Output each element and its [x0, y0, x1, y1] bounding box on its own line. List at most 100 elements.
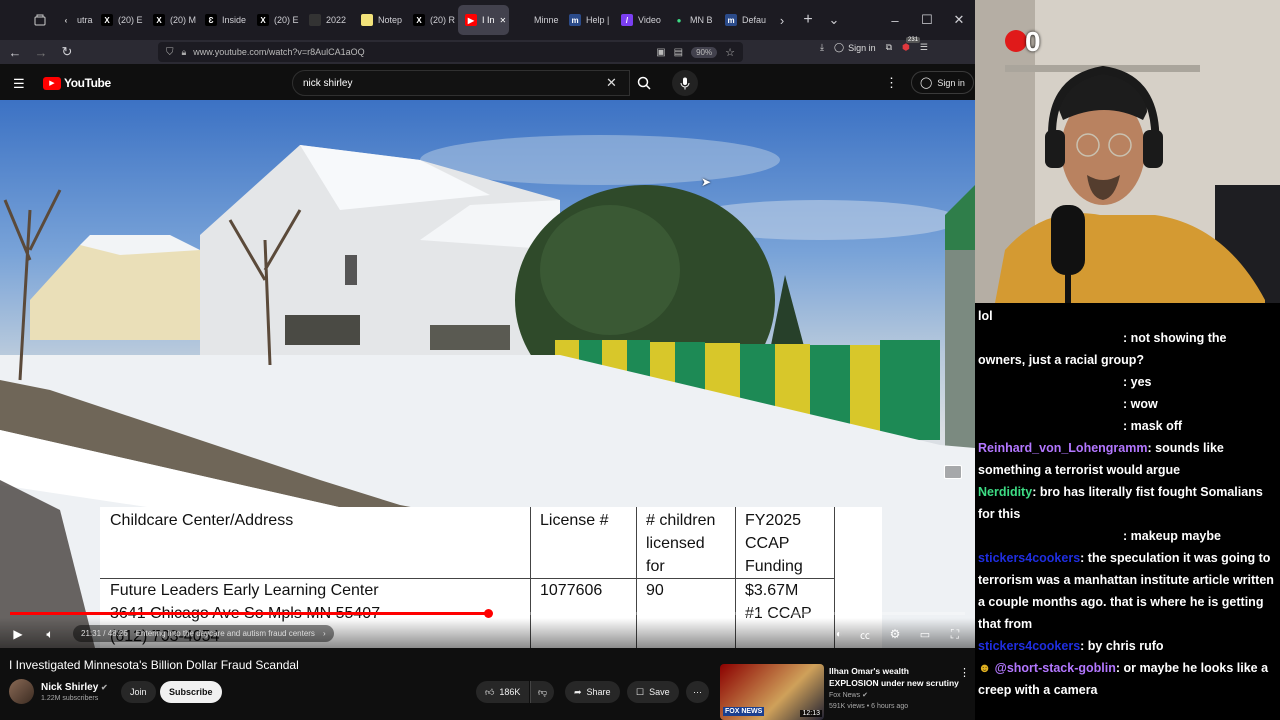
tab-scroll-right-icon[interactable]: › [769, 7, 795, 33]
extensions-icon[interactable]: ⧉ [886, 42, 892, 53]
table-header-license: License # [540, 512, 609, 529]
settings-gear-icon[interactable]: ⚙ [886, 624, 904, 644]
tab-overview-icon[interactable] [27, 7, 53, 33]
fox-news-thumb-logo: FOX NEWS [723, 707, 765, 716]
like-button[interactable]: 👍︎ 186K [476, 681, 530, 703]
chat-text: : by chris rufo [1080, 639, 1164, 653]
hamburger-menu-icon[interactable]: ☰ [13, 76, 25, 92]
chapter-title[interactable]: Entering into the daycare and autism fra… [136, 629, 315, 638]
document-icon [309, 14, 321, 26]
new-tab-icon[interactable]: + [795, 7, 821, 33]
browser-signin[interactable]: ◯ Sign in [834, 42, 876, 53]
reload-icon[interactable]: ↻ [54, 39, 80, 65]
url-text[interactable]: www.youtube.com/watch?v=r8AulCA1aOQ [193, 47, 364, 57]
table-header-funding: FY2025 CCAP Funding [745, 512, 803, 575]
maximize-icon[interactable]: ☐ [911, 7, 943, 33]
more-actions-button[interactable]: ⋯ [686, 681, 709, 703]
streamer-webcam: 0 [975, 0, 1280, 303]
browser-tab[interactable]: Ɛ Inside [198, 5, 249, 35]
browser-tab[interactable]: / Video [614, 5, 665, 35]
chat-username[interactable]: @short-stack-goblin [995, 661, 1116, 675]
stream-chat: lol : not showing the owners, just a raci… [975, 303, 1280, 720]
chat-badge-icon: ☻ [978, 661, 995, 675]
chat-message: : mask off [975, 415, 1280, 437]
lock-icon[interactable]: 🔒︎ [182, 47, 187, 58]
table-header-children: # children licensed for [646, 512, 716, 575]
ublock-icon[interactable]: ⬢ 231 [902, 37, 921, 53]
browser-tab[interactable]: ‹ utra [53, 5, 93, 35]
search-input[interactable]: nick shirley [292, 70, 630, 96]
back-icon[interactable]: ← [2, 39, 28, 65]
search-icon [637, 76, 651, 90]
share-arrow-icon: ➦ [574, 686, 582, 697]
search-query[interactable]: nick shirley [303, 78, 352, 89]
browser-tab[interactable]: Minne [510, 5, 561, 35]
verified-icon: ✔ [101, 683, 108, 692]
more-options-icon[interactable]: ⋮ [885, 75, 898, 91]
chat-username[interactable]: Reinhard_von_Lohengramm [978, 441, 1147, 455]
youtube-logo[interactable]: ▶ YouTube [43, 76, 111, 90]
chat-username[interactable]: Nerdidity [978, 485, 1032, 499]
shield-icon[interactable]: ⛉ [166, 47, 174, 58]
volume-icon[interactable]: 🔈︎ [40, 624, 60, 644]
browser-tab[interactable]: 2022 [302, 5, 353, 35]
share-button[interactable]: ➦ Share [565, 681, 620, 703]
info-card-icon[interactable] [944, 465, 962, 479]
forward-icon[interactable]: → [28, 39, 54, 65]
chat-username[interactable]: stickers4cookers [978, 551, 1080, 565]
bookmark-star-icon[interactable]: ☆ [725, 46, 735, 59]
table-header-center: Childcare Center/Address [110, 512, 294, 529]
captions-icon[interactable]: ㏄ [856, 624, 874, 644]
browser-tab[interactable]: X (20) E [250, 5, 301, 35]
channel-name[interactable]: Nick Shirley ✔ [41, 682, 108, 693]
recommended-thumbnail[interactable]: FOX NEWS 12:13 [720, 664, 824, 720]
close-window-icon[interactable]: ✕ [943, 7, 975, 33]
browser-tab[interactable]: X (20) R [406, 5, 457, 35]
video-duration: 12:13 [800, 710, 822, 717]
reader-view-icon[interactable]: ▤ [674, 47, 683, 58]
fullscreen-icon[interactable]: ⛶ [946, 624, 964, 644]
dislike-button[interactable]: 👎︎ [530, 681, 555, 703]
browser-tab[interactable]: m Help | [562, 5, 613, 35]
menu-icon[interactable]: ☰ [920, 42, 928, 53]
save-button[interactable]: ☐ Save [627, 681, 679, 703]
zoom-level[interactable]: 90% [691, 46, 718, 58]
time-chapter-pill[interactable]: 21:31 / 48:26 Entering into the daycare … [73, 625, 334, 642]
recommended-title[interactable]: Ilhan Omar's wealth EXPLOSION under new … [829, 665, 959, 689]
mn-icon: m [725, 14, 737, 26]
browser-tab[interactable]: ▶ I In ✕ [458, 5, 509, 35]
subscribe-button[interactable]: Subscribe [160, 681, 222, 703]
notepad-icon [361, 14, 373, 26]
play-icon[interactable]: ▶ [8, 624, 28, 644]
browser-tab[interactable]: X (20) M [146, 5, 197, 35]
recommended-more-icon[interactable]: ⋮ [959, 666, 970, 679]
search-button[interactable] [630, 70, 658, 96]
browser-tab-label: MN B [690, 15, 713, 25]
browser-tab[interactable]: Notep [354, 5, 405, 35]
channel-avatar[interactable] [9, 679, 34, 704]
chat-username[interactable]: stickers4cookers [978, 639, 1080, 653]
miniplayer-icon[interactable]: ▭ [916, 624, 934, 644]
browser-tab[interactable]: ● MN B [666, 5, 717, 35]
chat-message: lol [975, 305, 1280, 327]
maps-pin-icon: ● [673, 14, 685, 26]
voice-search-button[interactable] [672, 70, 698, 96]
progress-bar[interactable] [10, 609, 965, 618]
url-bar[interactable]: ⛉ 🔒︎ www.youtube.com/watch?v=r8AulCA1aOQ… [158, 42, 743, 62]
chat-message: : makeup maybe [975, 525, 1280, 547]
download-icon[interactable]: ⤓ [820, 42, 824, 53]
tab-list-icon[interactable]: ⌄ [821, 7, 847, 33]
clear-search-icon[interactable]: ✕ [606, 75, 617, 91]
chat-text: : not showing the owners, just a racial … [978, 331, 1227, 367]
picture-in-picture-icon[interactable]: ▣ [656, 47, 665, 58]
save-playlist-icon: ☐ [636, 686, 645, 697]
recommended-channel[interactable]: Fox News ✔ [829, 691, 868, 699]
browser-tab[interactable]: X (20) E [94, 5, 145, 35]
youtube-signin-button[interactable]: ◯ Sign in [911, 71, 974, 94]
table-cell-license: 1077606 [540, 582, 603, 599]
minimize-icon[interactable]: – [879, 7, 911, 33]
join-button[interactable]: Join [121, 681, 156, 703]
close-tab-icon[interactable]: ✕ [500, 16, 507, 25]
autoplay-toggle[interactable]: ◐ [830, 624, 848, 644]
browser-tab[interactable]: m Defau [718, 5, 769, 35]
